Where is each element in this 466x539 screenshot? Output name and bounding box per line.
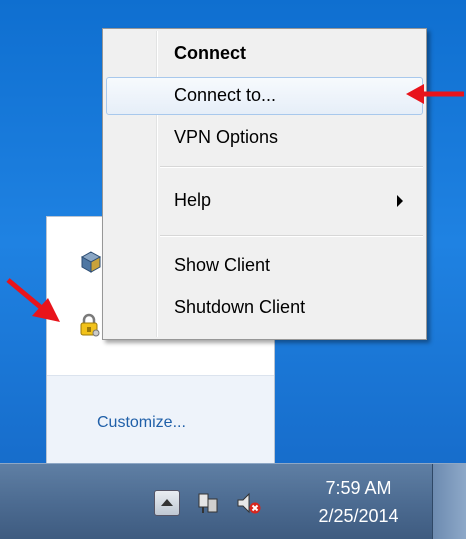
submenu-arrow-icon bbox=[397, 195, 403, 207]
show-desktop-button[interactable] bbox=[432, 464, 466, 539]
menu-item-help[interactable]: Help bbox=[106, 182, 423, 220]
annotation-arrow-icon bbox=[6, 278, 60, 322]
menu-item-connect[interactable]: Connect bbox=[106, 35, 423, 73]
menu-item-shutdown-client[interactable]: Shutdown Client bbox=[106, 289, 423, 327]
menu-item-label: Show Client bbox=[174, 255, 271, 275]
menu-separator bbox=[160, 166, 423, 168]
clock-time: 7:59 AM bbox=[325, 478, 392, 498]
customize-link[interactable]: Customize... bbox=[97, 414, 186, 432]
chevron-up-icon bbox=[161, 499, 173, 506]
network-icon[interactable] bbox=[196, 491, 220, 515]
menu-item-label: VPN Options bbox=[174, 127, 279, 147]
virtualbox-icon[interactable] bbox=[80, 250, 102, 274]
menu-item-label: Help bbox=[174, 190, 212, 210]
menu-item-vpn-options[interactable]: VPN Options bbox=[106, 119, 423, 157]
taskbar-clock[interactable]: 7:59 AM 2/25/2014 bbox=[296, 474, 421, 530]
menu-item-label: Connect to... bbox=[174, 85, 277, 105]
menu-item-connect-to[interactable]: Connect to... bbox=[106, 77, 423, 115]
volume-muted-icon[interactable] bbox=[236, 491, 262, 515]
vpn-lock-icon[interactable] bbox=[78, 313, 100, 337]
clock-date: 2/25/2014 bbox=[318, 506, 399, 526]
menu-item-label: Connect bbox=[174, 43, 246, 63]
taskbar: 7:59 AM 2/25/2014 bbox=[0, 463, 466, 539]
annotation-arrow-icon bbox=[406, 84, 464, 104]
context-menu: Connect Connect to... VPN Options Help S… bbox=[102, 28, 427, 340]
menu-separator bbox=[160, 235, 423, 237]
show-hidden-icons-button[interactable] bbox=[154, 490, 180, 516]
menu-item-label: Shutdown Client bbox=[174, 297, 306, 317]
menu-item-show-client[interactable]: Show Client bbox=[106, 247, 423, 285]
tray-footer: Customize... bbox=[47, 375, 274, 464]
